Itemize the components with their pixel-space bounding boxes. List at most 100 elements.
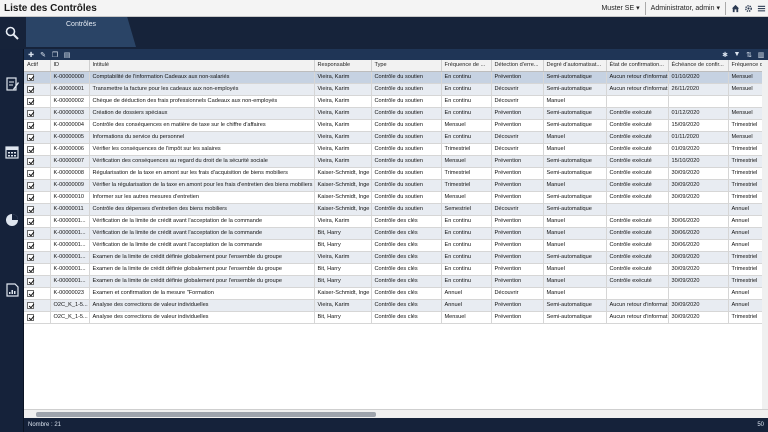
table-row[interactable]: K-00000005 Informations du service du per… — [24, 131, 768, 144]
active-checkbox[interactable] — [27, 157, 34, 165]
vertical-scrollbar[interactable] — [762, 60, 768, 409]
active-checkbox[interactable] — [27, 301, 34, 309]
active-cell[interactable] — [24, 275, 51, 288]
sidebar-item-calendar[interactable] — [3, 143, 21, 161]
sidebar-item-edit[interactable] — [3, 75, 21, 93]
active-cell[interactable] — [24, 215, 51, 228]
column-header[interactable]: Détection d'erre... — [491, 60, 544, 72]
table-row[interactable]: K-00000011 Contrôle des dépenses d'entret… — [24, 203, 768, 216]
active-checkbox[interactable] — [27, 313, 34, 321]
active-cell[interactable] — [24, 143, 51, 156]
active-checkbox[interactable] — [27, 289, 34, 297]
page-size-select[interactable]: 50 — [757, 422, 764, 428]
active-checkbox[interactable] — [27, 205, 34, 213]
active-cell[interactable] — [24, 203, 51, 216]
filter-icon[interactable]: ▼ — [733, 51, 741, 59]
active-cell[interactable] — [24, 239, 51, 252]
active-checkbox[interactable] — [27, 145, 34, 153]
column-header[interactable]: Intitulé — [89, 60, 315, 72]
active-checkbox[interactable] — [27, 85, 34, 93]
active-cell[interactable] — [24, 251, 51, 264]
add-icon[interactable]: ✚ — [27, 51, 35, 59]
table-cell: Analyse des corrections de valeur indivi… — [89, 311, 315, 324]
active-cell[interactable] — [24, 299, 51, 312]
table-cell: 01/10/2020 — [668, 71, 729, 84]
active-cell[interactable] — [24, 227, 51, 240]
column-header[interactable]: État de confirmation... — [606, 60, 669, 72]
settings-icon[interactable]: ✱ — [721, 51, 729, 59]
active-checkbox[interactable] — [27, 97, 34, 105]
sidebar-item-reports[interactable] — [3, 211, 21, 229]
active-cell[interactable] — [24, 167, 51, 180]
active-cell[interactable] — [24, 131, 51, 144]
column-header[interactable]: Type — [371, 60, 442, 72]
table-row[interactable]: K-0000001... Examen de la limite de crédi… — [24, 275, 768, 288]
horizontal-scrollbar[interactable] — [24, 409, 768, 418]
active-cell[interactable] — [24, 83, 51, 96]
gear-icon[interactable] — [742, 2, 755, 15]
edit-icon[interactable]: ✎ — [39, 51, 47, 59]
hamburger-icon[interactable] — [755, 2, 768, 15]
sort-icon[interactable]: ⇅ — [745, 51, 753, 59]
active-checkbox[interactable] — [27, 181, 34, 189]
table-row[interactable]: K-00000004 Contrôle des conséquences en m… — [24, 119, 768, 132]
active-checkbox[interactable] — [27, 265, 34, 273]
active-cell[interactable] — [24, 191, 51, 204]
column-header[interactable]: Fréquence de ... — [441, 60, 492, 72]
table-row[interactable]: K-0000001... Vérification de la limite de… — [24, 215, 768, 228]
table-row[interactable]: K-0000001... Vérification de la limite de… — [24, 227, 768, 240]
table-row[interactable]: K-00000006 Vérifier les conséquences de l… — [24, 143, 768, 156]
active-cell[interactable] — [24, 263, 51, 276]
active-checkbox[interactable] — [27, 169, 34, 177]
column-header[interactable]: Échéance de confir... — [668, 60, 729, 72]
active-checkbox[interactable] — [27, 241, 34, 249]
active-cell[interactable] — [24, 95, 51, 108]
table-row[interactable]: K-00000003 Création de dossiers spéciaux V… — [24, 107, 768, 120]
column-header[interactable]: Degré d'automatisat... — [543, 60, 607, 72]
column-header[interactable]: ID — [50, 60, 90, 72]
active-checkbox[interactable] — [27, 253, 34, 261]
active-cell[interactable] — [24, 119, 51, 132]
table-row[interactable]: K-00000001 Transmettre la facture pour le… — [24, 83, 768, 96]
table-row[interactable]: K-0000001... Vérification de la limite de… — [24, 239, 768, 252]
table-cell: Création de dossiers spéciaux — [89, 107, 315, 120]
table-row[interactable]: O2C_K_1-5... Analyse des corrections de v… — [24, 299, 768, 312]
user-dropdown[interactable]: Administrator, admin ▾ — [649, 4, 722, 13]
table-row[interactable]: K-0000001... Examen de la limite de crédi… — [24, 263, 768, 276]
table-row[interactable]: K-00000000 Comptabilité de l'information … — [24, 71, 768, 84]
column-chooser-icon[interactable]: ▥ — [757, 51, 765, 59]
active-cell[interactable] — [24, 179, 51, 192]
table-row[interactable]: K-00000009 Vérifier la régularisation de … — [24, 179, 768, 192]
table-row[interactable]: K-00000010 Informer sur les autres mesure… — [24, 191, 768, 204]
sidebar-item-documents[interactable] — [3, 281, 21, 299]
table-row[interactable]: K-00000002 Chèque de déduction des frais … — [24, 95, 768, 108]
table-row[interactable]: K-0000001... Examen de la limite de crédi… — [24, 251, 768, 264]
table-row[interactable]: K-00000023 Examen et confirmation de la m… — [24, 287, 768, 300]
active-cell[interactable] — [24, 71, 51, 84]
column-header[interactable]: Responsable — [314, 60, 372, 72]
active-checkbox[interactable] — [27, 193, 34, 201]
active-checkbox[interactable] — [27, 109, 34, 117]
company-dropdown[interactable]: Muster SE ▾ — [599, 4, 641, 13]
table-row[interactable]: K-00000008 Régularisation de la taxe en a… — [24, 167, 768, 180]
delete-icon[interactable]: ▤ — [63, 51, 71, 59]
active-cell[interactable] — [24, 311, 51, 324]
active-cell[interactable] — [24, 107, 51, 120]
column-header[interactable]: Actif — [24, 60, 51, 72]
table-cell: Kaiser-Schmidt, Inge — [314, 167, 372, 180]
home-icon[interactable] — [729, 2, 742, 15]
active-cell[interactable] — [24, 155, 51, 168]
table-row[interactable]: O2C_K_1-5... Analyse des corrections de v… — [24, 311, 768, 324]
active-checkbox[interactable] — [27, 229, 34, 237]
table-row[interactable]: K-00000007 Vérification des conséquences … — [24, 155, 768, 168]
active-checkbox[interactable] — [27, 217, 34, 225]
table-cell: Prévention — [491, 299, 544, 312]
active-checkbox[interactable] — [27, 121, 34, 129]
active-cell[interactable] — [24, 287, 51, 300]
active-checkbox[interactable] — [27, 73, 34, 81]
scrollbar-thumb[interactable] — [36, 412, 376, 417]
active-checkbox[interactable] — [27, 133, 34, 141]
search-button[interactable] — [0, 17, 24, 49]
copy-icon[interactable]: ❐ — [51, 51, 59, 59]
active-checkbox[interactable] — [27, 277, 34, 285]
